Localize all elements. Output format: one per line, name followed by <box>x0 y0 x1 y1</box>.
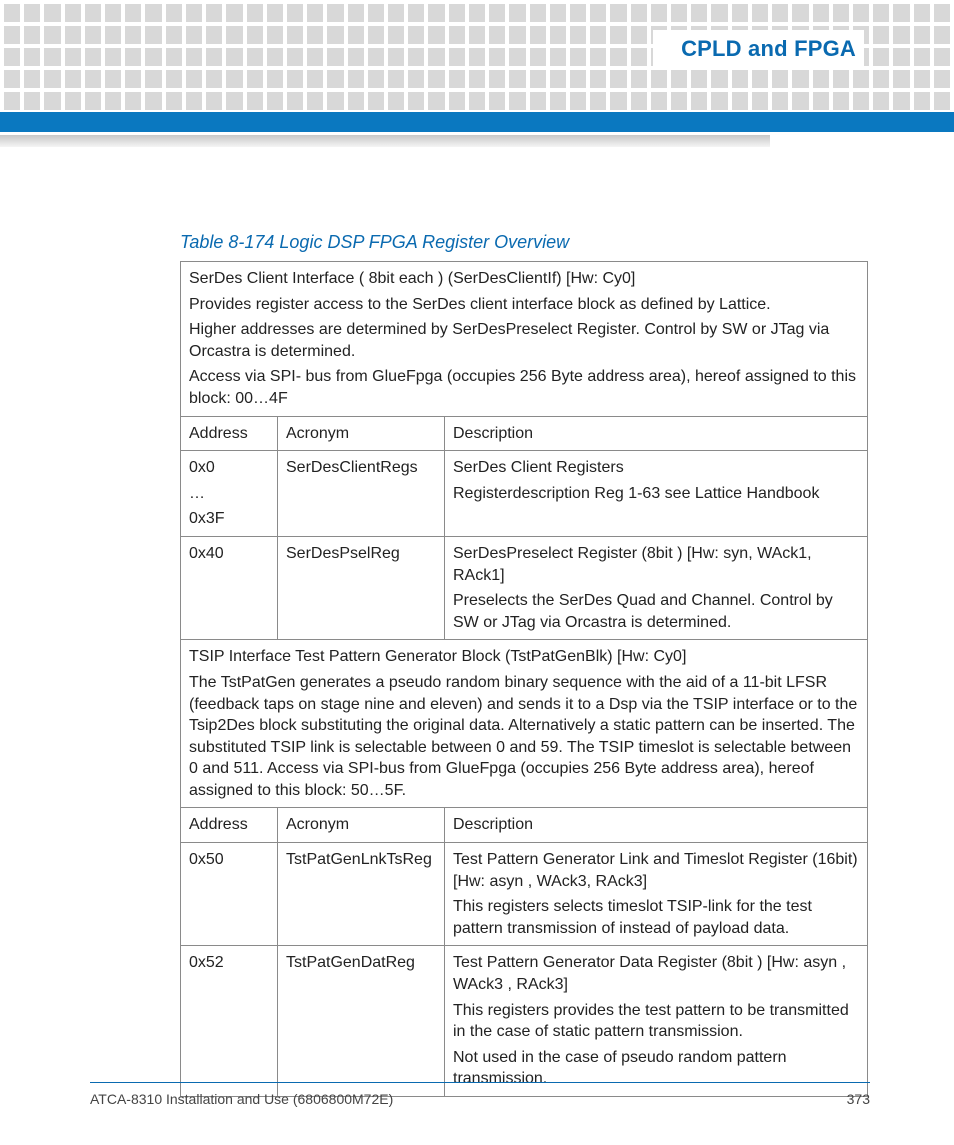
page-footer: ATCA-8310 Installation and Use (6806800M… <box>90 1082 870 1107</box>
desc-line: Test Pattern Generator Data Register (8b… <box>453 952 859 995</box>
table-row: 0x50 TstPatGenLnkTsReg Test Pattern Gene… <box>181 843 868 946</box>
addr-line: 0x3F <box>189 508 269 530</box>
table-row: Address Acronym Description <box>181 808 868 843</box>
block1-p1: Provides register access to the SerDes c… <box>189 294 859 316</box>
desc-line: Preselects the SerDes Quad and Channel. … <box>453 590 859 633</box>
cell-address: 0x40 <box>181 536 278 639</box>
table-row: 0x40 SerDesPselReg SerDesPreselect Regis… <box>181 536 868 639</box>
cell-acronym: SerDesPselReg <box>278 536 445 639</box>
cell-description: Test Pattern Generator Data Register (8b… <box>445 946 868 1097</box>
cell-description: SerDesPreselect Register (8bit ) [Hw: sy… <box>445 536 868 639</box>
col-header-address: Address <box>181 808 278 843</box>
footer-page-number: 373 <box>847 1091 870 1107</box>
table-caption: Table 8-174 Logic DSP FPGA Register Over… <box>180 232 868 253</box>
desc-line: SerDes Client Registers <box>453 457 859 479</box>
desc-line: Registerdescription Reg 1-63 see Lattice… <box>453 483 859 505</box>
desc-line: Test Pattern Generator Link and Timeslot… <box>453 849 859 892</box>
table-row: TSIP Interface Test Pattern Generator Bl… <box>181 640 868 808</box>
col-header-description: Description <box>445 808 868 843</box>
block1-heading: SerDes Client Interface ( 8bit each ) (S… <box>189 268 859 290</box>
table-row: Address Acronym Description <box>181 416 868 451</box>
block2-heading-cell: TSIP Interface Test Pattern Generator Bl… <box>181 640 868 808</box>
section-title-wrap: CPLD and FPGA <box>653 30 864 68</box>
col-header-acronym: Acronym <box>278 808 445 843</box>
footer-doc-title: ATCA-8310 Installation and Use (6806800M… <box>90 1091 393 1107</box>
cell-address: 0x0 … 0x3F <box>181 451 278 537</box>
addr-line: … <box>189 483 269 505</box>
block1-heading-cell: SerDes Client Interface ( 8bit each ) (S… <box>181 262 868 417</box>
table-row: 0x0 … 0x3F SerDesClientRegs SerDes Clien… <box>181 451 868 537</box>
col-header-description: Description <box>445 416 868 451</box>
cell-acronym: SerDesClientRegs <box>278 451 445 537</box>
section-title: CPLD and FPGA <box>681 36 856 61</box>
block2-heading: TSIP Interface Test Pattern Generator Bl… <box>189 646 859 668</box>
col-header-address: Address <box>181 416 278 451</box>
cell-description: SerDes Client Registers Registerdescript… <box>445 451 868 537</box>
page-content: Table 8-174 Logic DSP FPGA Register Over… <box>180 232 868 1097</box>
block1-p2: Higher addresses are determined by SerDe… <box>189 319 859 362</box>
block1-p3: Access via SPI- bus from GlueFpga (occup… <box>189 366 859 409</box>
header-grey-bar <box>0 135 770 147</box>
cell-address: 0x52 <box>181 946 278 1097</box>
desc-line: This registers provides the test pattern… <box>453 1000 859 1043</box>
col-header-acronym: Acronym <box>278 416 445 451</box>
register-overview-table: SerDes Client Interface ( 8bit each ) (S… <box>180 261 868 1097</box>
cell-acronym: TstPatGenLnkTsReg <box>278 843 445 946</box>
cell-description: Test Pattern Generator Link and Timeslot… <box>445 843 868 946</box>
desc-line: SerDesPreselect Register (8bit ) [Hw: sy… <box>453 543 859 586</box>
table-row: 0x52 TstPatGenDatReg Test Pattern Genera… <box>181 946 868 1097</box>
desc-line: This registers selects timeslot TSIP-lin… <box>453 896 859 939</box>
header-blue-bar <box>0 112 954 132</box>
cell-acronym: TstPatGenDatReg <box>278 946 445 1097</box>
block2-p1: The TstPatGen generates a pseudo random … <box>189 672 859 802</box>
addr-line: 0x0 <box>189 457 269 479</box>
cell-address: 0x50 <box>181 843 278 946</box>
table-row: SerDes Client Interface ( 8bit each ) (S… <box>181 262 868 417</box>
